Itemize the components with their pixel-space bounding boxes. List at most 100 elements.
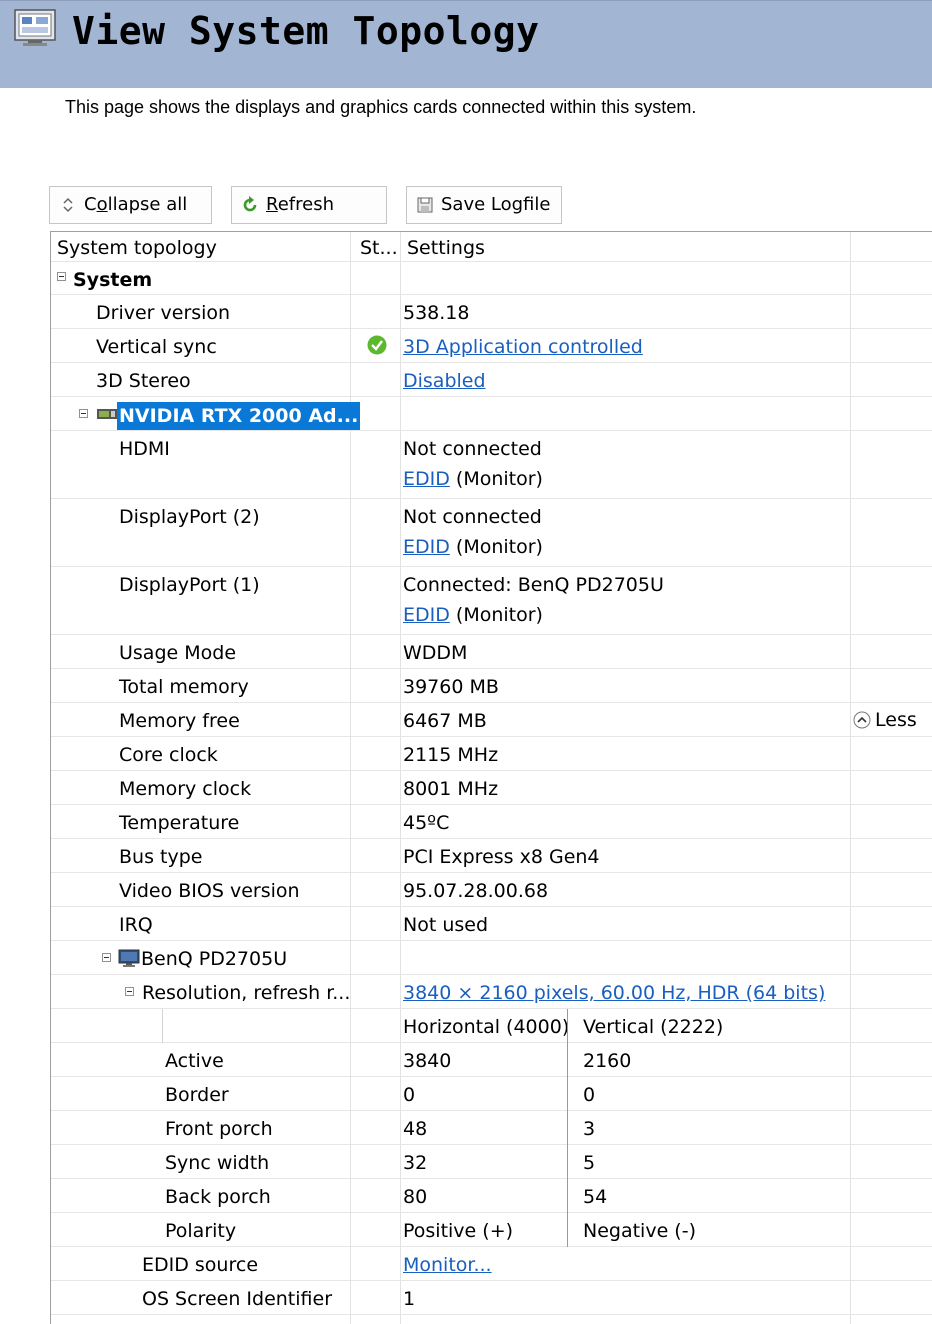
- tree-row-monitor[interactable]: BenQ PD2705U: [51, 941, 932, 975]
- 3d-stereo-label: 3D Stereo: [96, 370, 191, 392]
- timing-header-row: Horizontal (4000) Vertical (2222): [51, 1009, 932, 1043]
- os-screen-id-label: OS Screen Identifier: [142, 1288, 333, 1310]
- tree-row-edid-source[interactable]: EDID source Monitor...: [51, 1247, 932, 1281]
- tree-row-memory-free[interactable]: Memory free 6467 MB Less: [51, 703, 932, 737]
- timing-divider: [567, 1179, 568, 1213]
- tree-row-core-clock[interactable]: Core clock 2115 MHz: [51, 737, 932, 771]
- timing-row[interactable]: Back porch 80 54: [51, 1179, 932, 1213]
- grid-header-row: System topology St... Settings: [51, 232, 932, 262]
- displayport-2-edid-link[interactable]: EDID: [403, 536, 450, 558]
- floppy-disk-icon: [415, 195, 435, 215]
- displayport-2-status: Not connected: [403, 506, 542, 528]
- page-title: View System Topology: [72, 9, 540, 53]
- timing-vertical-value: 5: [583, 1152, 596, 1174]
- tree-row-3d-stereo[interactable]: 3D Stereo Disabled: [51, 363, 932, 397]
- system-node-label: System: [73, 269, 153, 291]
- tree-row-displayport-2[interactable]: DisplayPort (2) Not connected EDID (Moni…: [51, 499, 932, 567]
- timing-label: Active: [165, 1050, 224, 1072]
- memory-free-value: 6467 MB: [403, 710, 487, 732]
- resolution-label: Resolution, refresh r...: [142, 982, 351, 1004]
- edid-source-link[interactable]: Monitor...: [403, 1254, 492, 1276]
- timing-horizontal-header: Horizontal (4000): [403, 1016, 570, 1038]
- save-logfile-button[interactable]: Save Logfile: [406, 186, 562, 224]
- timing-row[interactable]: Front porch 48 3: [51, 1111, 932, 1145]
- tree-row-resolution[interactable]: Resolution, refresh r... 3840 × 2160 pix…: [51, 975, 932, 1009]
- monitor-node-label: BenQ PD2705U: [141, 948, 288, 970]
- tree-row-hdmi[interactable]: HDMI Not connected EDID (Monitor): [51, 431, 932, 499]
- timing-row[interactable]: Border 0 0: [51, 1077, 932, 1111]
- tree-row-vertical-sync[interactable]: Vertical sync 3D Application controlled: [51, 329, 932, 363]
- column-header-status[interactable]: St...: [360, 237, 398, 259]
- timing-row[interactable]: Sync width 32 5: [51, 1145, 932, 1179]
- tree-row-system[interactable]: System: [51, 262, 932, 295]
- collapse-toggle-resolution[interactable]: [125, 987, 134, 996]
- tree-row-video-bios[interactable]: Video BIOS version 95.07.28.00.68: [51, 873, 932, 907]
- timing-divider: [567, 1145, 568, 1179]
- timing-horizontal-value: 0: [403, 1084, 416, 1106]
- timing-row[interactable]: Polarity Positive (+) Negative (-): [51, 1213, 932, 1247]
- bus-type-label: Bus type: [119, 846, 203, 868]
- usage-mode-value: WDDM: [403, 642, 468, 664]
- core-clock-value: 2115 MHz: [403, 744, 499, 766]
- irq-label: IRQ: [119, 914, 153, 936]
- displayport-1-edid-link[interactable]: EDID: [403, 604, 450, 626]
- gpu-node-label[interactable]: NVIDIA RTX 2000 Ad...: [117, 402, 361, 430]
- os-screen-id-value: 1: [403, 1288, 416, 1310]
- topology-grid[interactable]: System topology St... Settings System Dr…: [50, 231, 932, 1324]
- collapse-toggle-monitor[interactable]: [102, 953, 111, 962]
- timing-divider: [567, 1111, 568, 1145]
- column-header-settings[interactable]: Settings: [407, 237, 485, 259]
- memory-clock-value: 8001 MHz: [403, 778, 499, 800]
- tree-row-bus-type[interactable]: Bus type PCI Express x8 Gen4: [51, 839, 932, 873]
- tree-row-driver-version[interactable]: Driver version 538.18: [51, 295, 932, 329]
- resolution-link[interactable]: 3840 × 2160 pixels, 60.00 Hz, HDR (64 bi…: [403, 982, 825, 1004]
- collapse-all-label: Collapse all: [84, 194, 188, 215]
- displayport-1-status: Connected: BenQ PD2705U: [403, 574, 664, 596]
- collapse-toggle-gpu[interactable]: [79, 409, 88, 418]
- timing-label: Front porch: [165, 1118, 273, 1140]
- less-label: Less: [875, 709, 917, 731]
- timing-horizontal-value: 80: [403, 1186, 428, 1208]
- hdmi-edid-link[interactable]: EDID: [403, 468, 450, 490]
- memory-clock-label: Memory clock: [119, 778, 252, 800]
- driver-version-label: Driver version: [96, 302, 231, 324]
- timing-horizontal-value: Positive (+): [403, 1220, 514, 1242]
- timing-vertical-value: 3: [583, 1118, 596, 1140]
- temperature-value: 45ºC: [403, 812, 450, 834]
- tree-row-usage-mode[interactable]: Usage Mode WDDM: [51, 635, 932, 669]
- usage-mode-label: Usage Mode: [119, 642, 237, 664]
- page-header: View System Topology: [0, 0, 932, 88]
- 3d-stereo-link[interactable]: Disabled: [403, 370, 486, 392]
- tree-row-irq[interactable]: IRQ Not used: [51, 907, 932, 941]
- check-ok-icon: [367, 335, 387, 359]
- refresh-button[interactable]: Refresh: [231, 186, 387, 224]
- video-bios-value: 95.07.28.00.68: [403, 880, 549, 902]
- vertical-sync-link[interactable]: 3D Application controlled: [403, 336, 643, 358]
- timing-divider: [567, 1077, 568, 1111]
- tree-row-total-memory[interactable]: Total memory 39760 MB: [51, 669, 932, 703]
- collapse-toggle-system[interactable]: [57, 272, 66, 281]
- irq-value: Not used: [403, 914, 489, 936]
- timing-row[interactable]: Active 3840 2160: [51, 1043, 932, 1077]
- save-logfile-label: Save Logfile: [441, 194, 551, 215]
- column-header-topology[interactable]: System topology: [57, 237, 217, 259]
- less-toggle[interactable]: Less: [853, 709, 917, 731]
- timing-vertical-value: 0: [583, 1084, 596, 1106]
- timing-label: Back porch: [165, 1186, 271, 1208]
- edid-source-label: EDID source: [142, 1254, 259, 1276]
- collapse-all-button[interactable]: Collapse all: [49, 186, 212, 224]
- tree-row-gpu[interactable]: NVIDIA RTX 2000 Ad...: [51, 397, 932, 431]
- bus-type-value: PCI Express x8 Gen4: [403, 846, 600, 868]
- tree-row-memory-clock[interactable]: Memory clock 8001 MHz: [51, 771, 932, 805]
- timing-label: Sync width: [165, 1152, 270, 1174]
- tree-row-os-screen-id[interactable]: OS Screen Identifier 1: [51, 1281, 932, 1315]
- timing-vertical-value: Negative (-): [583, 1220, 696, 1242]
- timing-vertical-value: 54: [583, 1186, 608, 1208]
- tree-row-displayport-1[interactable]: DisplayPort (1) Connected: BenQ PD2705U …: [51, 567, 932, 635]
- displayport-1-edid: EDID (Monitor): [403, 604, 543, 626]
- tree-row-temperature[interactable]: Temperature 45ºC: [51, 805, 932, 839]
- displayport-1-label: DisplayPort (1): [119, 574, 260, 596]
- chevron-up-icon: [853, 711, 871, 729]
- timing-vertical-value: 2160: [583, 1050, 632, 1072]
- displayport-2-label: DisplayPort (2): [119, 506, 260, 528]
